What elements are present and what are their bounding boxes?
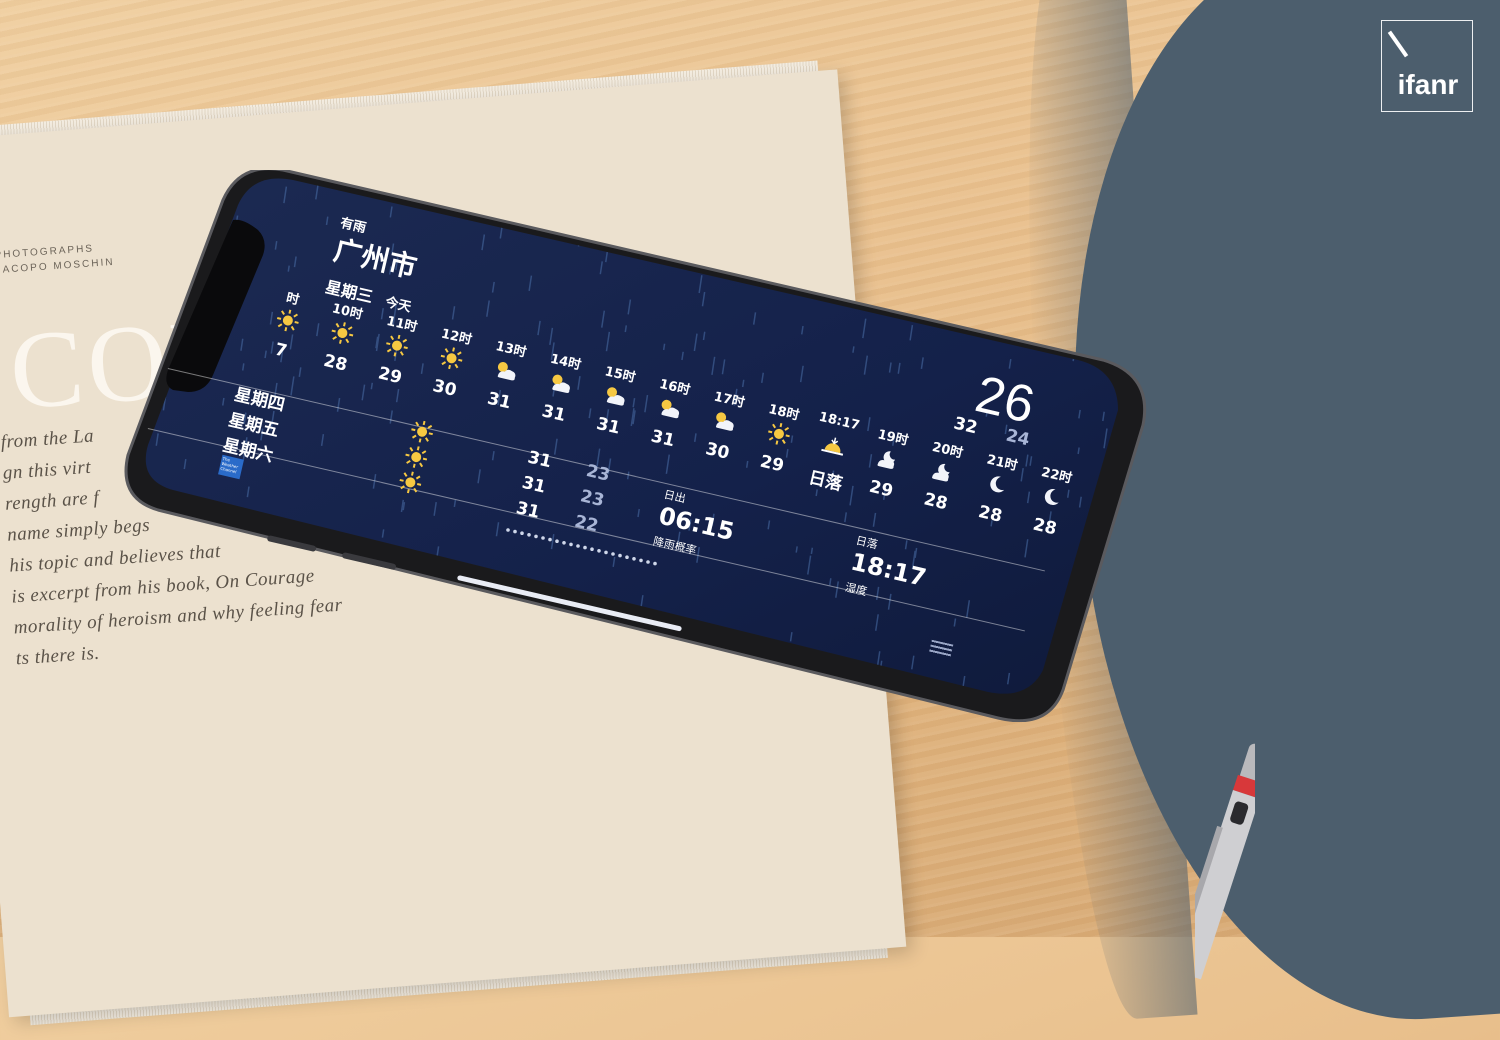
today-high: 32 bbox=[951, 413, 980, 439]
day-high: 31 bbox=[514, 498, 542, 523]
sun-icon bbox=[396, 469, 423, 499]
smartphone: 有雨 广州市 星期三 今天 26 32 24 时 7 10时 28 11时 29 12时 30… bbox=[118, 170, 1153, 722]
weather-channel-logo[interactable]: The Weather Channel bbox=[218, 454, 244, 480]
day-high: 31 bbox=[519, 472, 548, 498]
ifanr-logo: ifanr bbox=[1381, 20, 1473, 112]
day-low: 23 bbox=[578, 486, 606, 512]
today-low: 24 bbox=[1003, 425, 1032, 451]
logo-slash-mark bbox=[1387, 30, 1409, 58]
day-high: 31 bbox=[525, 447, 554, 473]
page-indicator[interactable] bbox=[503, 525, 673, 585]
pen bbox=[1195, 743, 1255, 980]
list-icon[interactable] bbox=[928, 639, 954, 659]
weather-app: 有雨 广州市 星期三 今天 26 32 24 时 7 10时 28 11时 29 12时 30… bbox=[118, 170, 1153, 722]
logo-text: ifanr bbox=[1397, 69, 1459, 100]
day-low: 23 bbox=[584, 460, 612, 486]
